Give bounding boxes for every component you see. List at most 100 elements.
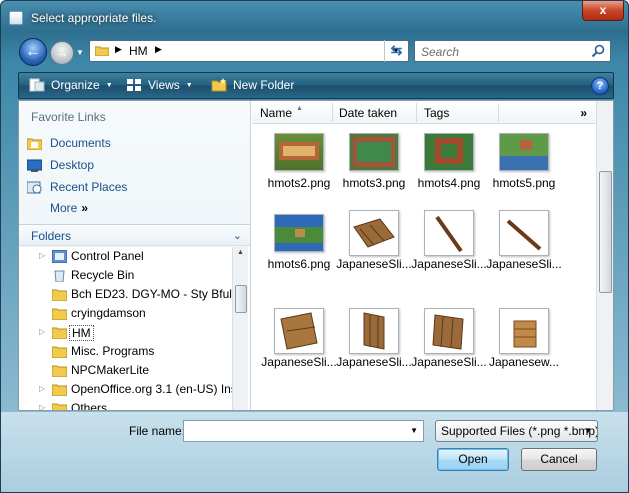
file-item[interactable]: hmots3.png <box>335 129 413 197</box>
cancel-button[interactable]: Cancel <box>521 448 597 471</box>
open-button[interactable]: Open <box>437 448 509 471</box>
column-divider[interactable] <box>498 103 499 122</box>
more-links[interactable]: More» <box>50 201 88 215</box>
wood-sprite-icon <box>353 218 395 248</box>
more-columns-icon[interactable]: » <box>580 106 587 120</box>
tree-item-npcmakerlite[interactable]: NPCMakerLite <box>19 361 231 380</box>
chevron-down-icon[interactable]: ▼ <box>410 426 418 435</box>
tree-label: cryingdamson <box>71 306 146 320</box>
column-divider[interactable] <box>332 103 333 122</box>
scroll-up-icon[interactable]: ▲ <box>237 249 244 256</box>
image-thumbnail <box>424 210 474 256</box>
tree-item-cryingdamson[interactable]: cryingdamson <box>19 304 231 323</box>
folder-icon <box>52 289 67 301</box>
file-grid: hmots2.png hmots3.png hmots4.png hmots5.… <box>252 125 597 410</box>
back-button[interactable]: ← <box>19 38 47 66</box>
image-thumbnail <box>349 210 399 256</box>
folder-icon <box>52 384 67 396</box>
file-item[interactable]: JapaneseSli... <box>260 308 338 376</box>
forward-button[interactable]: → <box>50 41 74 65</box>
favorite-links-header: Favorite Links <box>31 110 106 124</box>
navigation-pane: Favorite Links Documents Desktop Recent … <box>19 101 251 410</box>
close-button[interactable]: x <box>582 1 624 21</box>
map-thumbnail-icon <box>353 137 395 167</box>
tree-item-bch-ed23[interactable]: Bch ED23. DGY-MO - Sty Bful <box>19 285 232 304</box>
window-title: Select appropriate files. <box>31 11 157 25</box>
search-icon[interactable] <box>591 44 605 58</box>
breadcrumb-hm[interactable]: HM <box>129 44 148 58</box>
expand-arrow-icon[interactable]: ▷ <box>39 327 45 336</box>
expand-arrow-icon[interactable]: ▷ <box>39 251 45 260</box>
expand-arrow-icon[interactable]: ▷ <box>39 384 45 393</box>
organize-menu[interactable]: Organize ▼ <box>29 78 113 92</box>
organize-icon <box>29 78 45 92</box>
column-divider[interactable] <box>416 103 417 122</box>
folders-header[interactable]: Folders ⌄ <box>19 224 250 246</box>
favorite-link-desktop[interactable]: Desktop <box>27 156 94 174</box>
dialog-footer: File name: ▼ Supported Files (*.png *.bm… <box>1 412 628 492</box>
chevron-down-icon[interactable]: ⌄ <box>233 229 242 242</box>
image-thumbnail <box>274 133 324 171</box>
wood-sprite-icon <box>506 219 542 251</box>
column-date-taken[interactable]: Date taken <box>339 106 397 120</box>
tree-item-others[interactable]: ▷ Others <box>19 399 231 410</box>
chevron-right-icon: » <box>81 201 89 215</box>
file-list-scrollbar[interactable] <box>596 101 613 410</box>
favorite-link-recent-places[interactable]: Recent Places <box>27 178 127 196</box>
address-bar[interactable]: ▶ HM ▶ ▼ <box>89 40 409 62</box>
folder-tree-scrollbar[interactable]: ▲ <box>232 247 248 410</box>
image-thumbnail <box>499 133 549 171</box>
file-item[interactable]: hmots2.png <box>260 129 338 197</box>
file-name-field[interactable]: ▼ <box>183 420 424 442</box>
refresh-button[interactable]: ⇆ <box>384 40 408 62</box>
refresh-icon: ⇆ <box>390 42 403 58</box>
tree-item-hm[interactable]: ▷ HM <box>19 323 231 342</box>
recent-places-icon <box>27 181 42 193</box>
control-panel-icon <box>52 250 67 263</box>
file-item[interactable]: JapaneseSli... <box>485 210 563 278</box>
file-name: hmots2.png <box>267 176 331 190</box>
file-item[interactable]: JapaneseSli... <box>410 308 488 376</box>
file-item[interactable]: hmots5.png <box>485 129 563 197</box>
tree-item-misc-programs[interactable]: Misc. Programs <box>19 342 231 361</box>
tree-label: Recycle Bin <box>71 268 135 282</box>
file-name: Japanesew... <box>488 355 560 369</box>
expand-arrow-icon[interactable]: ▷ <box>39 403 45 410</box>
file-item[interactable]: hmots4.png <box>410 129 488 197</box>
title-bar[interactable]: Select appropriate files. x <box>1 1 628 35</box>
organize-label: Organize <box>51 78 100 92</box>
new-folder-button[interactable]: New Folder <box>211 78 294 92</box>
help-button[interactable]: ? <box>591 77 609 95</box>
scrollbar-thumb[interactable] <box>235 285 247 313</box>
file-item[interactable]: hmots6.png <box>260 210 338 278</box>
file-type-select[interactable]: Supported Files (*.png *.bmp) ▼ <box>435 420 598 442</box>
wood-sprite-icon <box>435 215 463 253</box>
breadcrumb-separator-icon[interactable]: ▶ <box>115 44 122 55</box>
file-item[interactable]: JapaneseSli... <box>335 210 413 278</box>
tree-item-openoffice[interactable]: ▷ OpenOffice.org 3.1 (en-US) Ins <box>19 380 237 399</box>
command-toolbar: Organize ▼ Views ▼ New Folder ? <box>18 72 614 99</box>
file-item[interactable]: JapaneseSli... <box>335 308 413 376</box>
views-menu[interactable]: Views ▼ <box>126 78 193 92</box>
wood-sprite-icon <box>363 312 385 350</box>
favorite-link-documents[interactable]: Documents <box>27 134 111 152</box>
file-open-dialog: Select appropriate files. x ← → ▼ ▶ HM ▶… <box>0 0 629 493</box>
file-name: hmots6.png <box>267 257 331 271</box>
tree-label: OpenOffice.org 3.1 (en-US) Ins <box>71 382 237 396</box>
column-tags[interactable]: Tags <box>424 106 449 120</box>
image-thumbnail <box>274 308 324 354</box>
tree-label: NPCMakerLite <box>71 363 150 377</box>
file-item[interactable]: JapaneseSli... <box>410 210 488 278</box>
tree-label: Control Panel <box>71 249 144 263</box>
recent-pages-dropdown-icon[interactable]: ▼ <box>76 48 84 57</box>
new-folder-icon <box>211 78 227 92</box>
tree-item-control-panel[interactable]: ▷ Control Panel <box>19 247 231 266</box>
scrollbar-thumb[interactable] <box>599 171 612 293</box>
column-headers: ▲ Name Date taken Tags » <box>252 101 597 124</box>
breadcrumb-separator-icon[interactable]: ▶ <box>155 44 162 55</box>
back-arrow-icon: ← <box>25 43 41 60</box>
tree-item-recycle-bin[interactable]: Recycle Bin <box>19 266 231 285</box>
file-item[interactable]: Japanesew... <box>485 308 563 376</box>
search-input[interactable]: Search <box>414 40 611 62</box>
column-name[interactable]: ▲ Name <box>260 105 303 120</box>
